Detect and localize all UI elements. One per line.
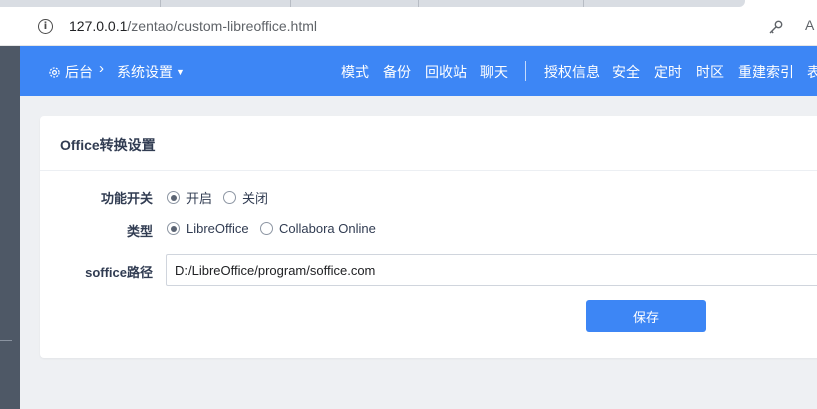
type-libreoffice-label: LibreOffice: [186, 221, 249, 236]
tab-separator: [583, 0, 584, 7]
address-bar[interactable]: 127.0.0.1/zentao/custom-libreoffice.html: [69, 18, 317, 34]
url-host: 127.0.0.1: [69, 18, 128, 34]
nav-link-chat[interactable]: 聊天: [480, 62, 508, 82]
enable-off-radio[interactable]: 关闭: [223, 188, 268, 207]
tab-strip: [0, 0, 745, 7]
soffice-path-label: soffice路径: [85, 265, 153, 280]
breadcrumb-separator: ›: [99, 60, 104, 77]
left-sidebar-edge: [0, 46, 20, 409]
save-button[interactable]: 保存: [586, 300, 706, 332]
radio-unchecked-icon: [223, 191, 236, 204]
enable-on-radio[interactable]: 开启: [167, 188, 212, 207]
radio-checked-icon: [167, 222, 180, 235]
sidebar-marker: [0, 340, 12, 341]
caret-down-icon: ▼: [176, 67, 185, 77]
nav-divider: [525, 61, 526, 81]
url-path: /zentao/custom-libreoffice.html: [127, 18, 317, 34]
type-collabora-radio[interactable]: Collabora Online: [260, 221, 376, 236]
nav-settings-label: 系统设置: [117, 64, 173, 80]
card-title: Office转换设置: [60, 137, 156, 153]
nav-back-label: 后台: [65, 64, 93, 80]
office-conversion-card: Office转换设置 功能开关 开启 关闭 类型 LibreOffice Col…: [40, 116, 817, 358]
radio-unchecked-icon: [260, 222, 273, 235]
nav-link-trash[interactable]: 回收站: [425, 62, 467, 82]
nav-link-table-engine[interactable]: 表: [807, 62, 817, 82]
card-divider: [40, 170, 817, 171]
nav-back-admin[interactable]: 后台: [48, 62, 93, 82]
soffice-path-input[interactable]: [166, 254, 817, 286]
tab-separator: [290, 0, 291, 7]
nav-link-security[interactable]: 安全: [612, 62, 640, 82]
type-label: 类型: [126, 224, 153, 239]
tab-separator: [160, 0, 161, 7]
enable-label: 功能开关: [100, 191, 153, 206]
type-libreoffice-radio[interactable]: LibreOffice: [167, 221, 249, 236]
enable-on-label: 开启: [186, 191, 213, 206]
nav-link-mode[interactable]: 模式: [341, 62, 369, 82]
radio-checked-icon: [167, 191, 180, 204]
nav-link-timezone[interactable]: 时区: [696, 62, 724, 82]
site-info-icon[interactable]: i: [38, 19, 53, 34]
nav-link-backup[interactable]: 备份: [383, 62, 411, 82]
nav-link-cron[interactable]: 定时: [654, 62, 682, 82]
nav-link-license[interactable]: 授权信息: [544, 62, 600, 82]
tab-separator: [418, 0, 419, 7]
enable-off-label: 关闭: [242, 191, 269, 206]
reader-mode-icon[interactable]: A: [805, 17, 814, 33]
type-collabora-label: Collabora Online: [279, 221, 376, 236]
browser-toolbar: i 127.0.0.1/zentao/custom-libreoffice.ht…: [0, 0, 817, 46]
gear-icon: [49, 66, 60, 78]
key-icon[interactable]: [767, 18, 785, 36]
nav-link-rebuild-index[interactable]: 重建索引: [738, 62, 794, 82]
admin-navbar: 后台 › 系统设置 ▼ 模式 备份 回收站 聊天 授权信息 安全 定时 时区 重建…: [20, 46, 817, 96]
nav-system-settings-dropdown[interactable]: 系统设置 ▼: [117, 62, 185, 82]
